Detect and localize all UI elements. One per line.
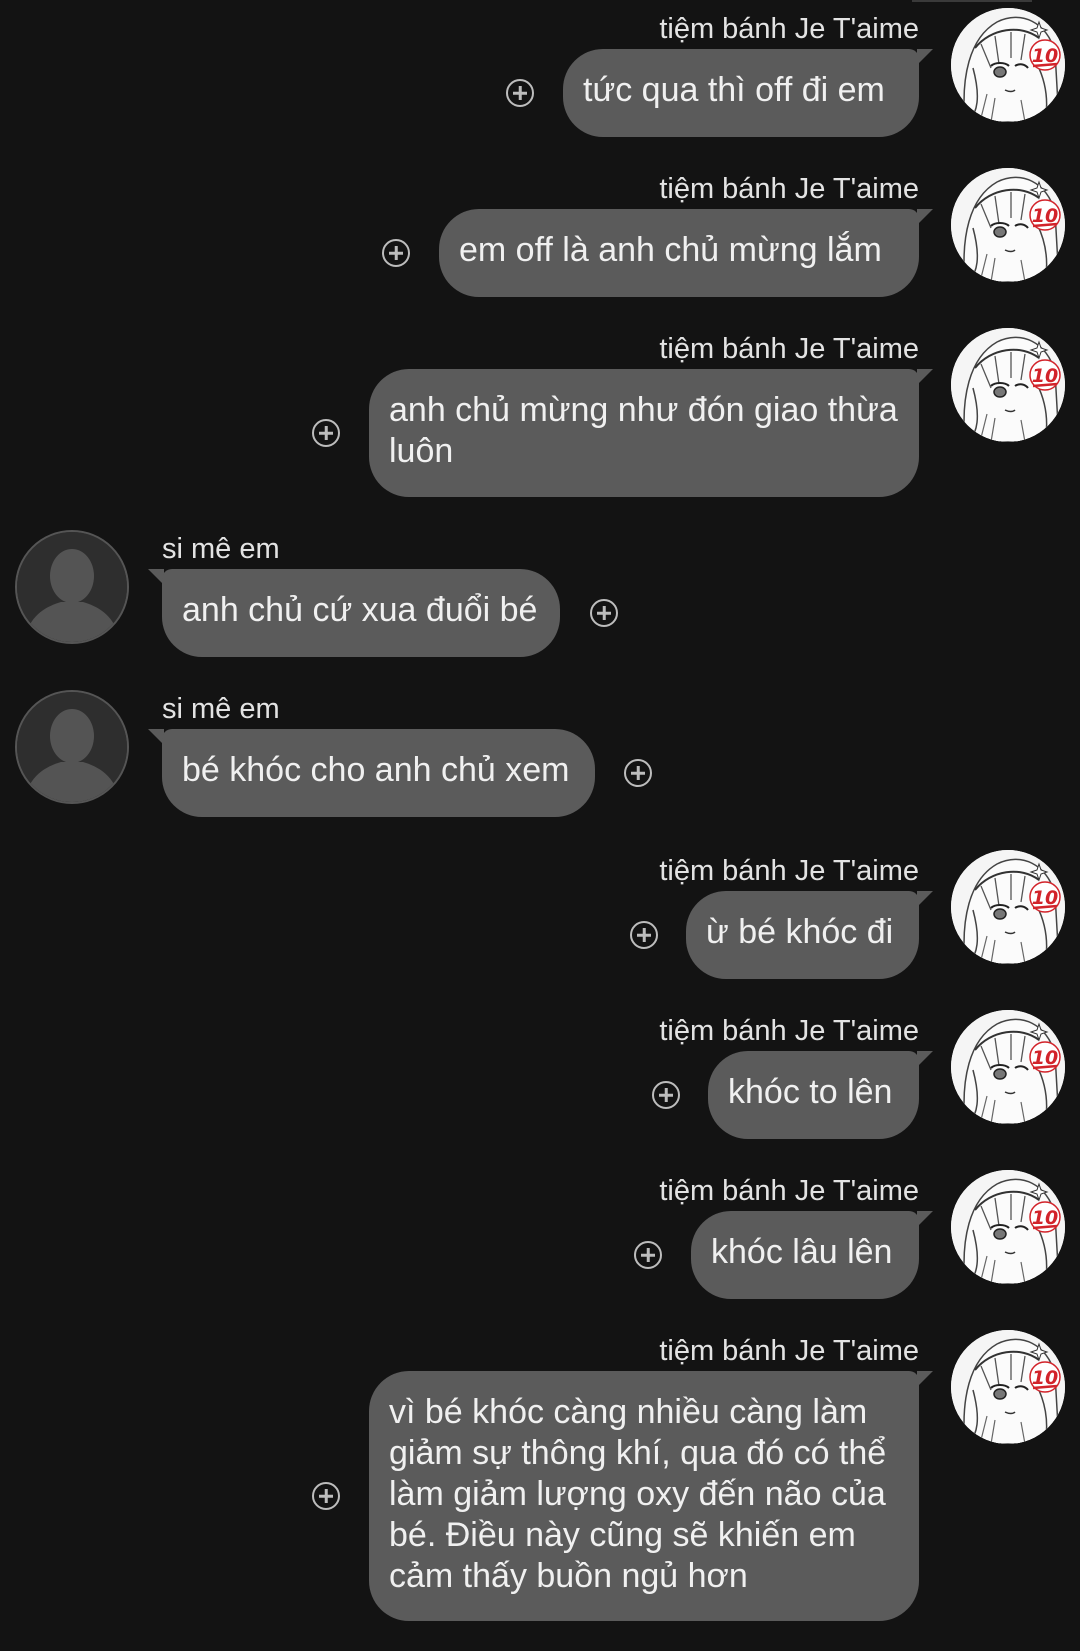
bubble-tail	[917, 209, 933, 225]
bubble-tail	[917, 1211, 933, 1227]
message-bubble[interactable]: vì bé khóc càng nhiều càng làm giảm sự t…	[369, 1371, 919, 1621]
bubble-tail	[917, 49, 933, 65]
add-reaction-icon[interactable]	[506, 79, 534, 107]
bubble-tail	[917, 891, 933, 907]
sender-name: tiệm bánh Je T'aime	[659, 1175, 919, 1207]
message-bubble[interactable]: anh chủ cứ xua đuổi bé	[162, 569, 560, 657]
add-reaction-icon[interactable]	[624, 759, 652, 787]
message-bubble[interactable]: khóc to lên	[708, 1051, 919, 1139]
sender-name: tiệm bánh Je T'aime	[659, 855, 919, 887]
bubble-tail	[917, 1051, 933, 1067]
add-reaction-icon[interactable]	[590, 599, 618, 627]
sender-avatar-anime-icon[interactable]: 10	[951, 1330, 1065, 1444]
message-bubble[interactable]: tức qua thì off đi em	[563, 49, 919, 137]
default-person-avatar-icon[interactable]	[15, 530, 129, 644]
sender-name: tiệm bánh Je T'aime	[659, 13, 919, 45]
message-row: tiệm bánh Je T'aime em off là anh chủ mừn…	[0, 160, 1080, 318]
bubble-tail	[917, 1371, 933, 1387]
sender-avatar-anime-icon[interactable]: 10	[951, 850, 1065, 964]
sender-avatar-anime-icon[interactable]: 10	[951, 1010, 1065, 1124]
sender-name: tiệm bánh Je T'aime	[659, 1015, 919, 1047]
default-person-avatar-icon[interactable]	[15, 690, 129, 804]
sender-name: tiệm bánh Je T'aime	[659, 333, 919, 365]
add-reaction-icon[interactable]	[312, 1482, 340, 1510]
message-row: tiệm bánh Je T'aime ừ bé khóc đi 10	[0, 842, 1080, 1000]
message-bubble[interactable]: anh chủ mừng như đón giao thừa luôn	[369, 369, 919, 497]
sender-avatar-anime-icon[interactable]: 10	[951, 8, 1065, 122]
sender-avatar-anime-icon[interactable]: 10	[951, 168, 1065, 282]
bubble-tail	[917, 369, 933, 385]
message-bubble[interactable]: em off là anh chủ mừng lắm	[439, 209, 919, 297]
message-bubble[interactable]: ừ bé khóc đi	[686, 891, 919, 979]
chat-message-list[interactable]: tiệm bánh Je T'aime tức qua thì off đi em…	[0, 0, 1080, 1651]
add-reaction-icon[interactable]	[652, 1081, 680, 1109]
add-reaction-icon[interactable]	[630, 921, 658, 949]
add-reaction-icon[interactable]	[312, 419, 340, 447]
message-row: tiệm bánh Je T'aime anh chủ mừng như đón …	[0, 320, 1080, 518]
add-reaction-icon[interactable]	[382, 239, 410, 267]
sender-name: tiệm bánh Je T'aime	[659, 1335, 919, 1367]
sender-avatar-anime-icon[interactable]: 10	[951, 1170, 1065, 1284]
message-row: tiệm bánh Je T'aime tức qua thì off đi em…	[0, 0, 1080, 158]
message-bubble[interactable]: bé khóc cho anh chủ xem	[162, 729, 595, 817]
message-row: tiệm bánh Je T'aime vì bé khóc càng nhiều…	[0, 1322, 1080, 1642]
message-bubble[interactable]: khóc lâu lên	[691, 1211, 919, 1299]
sender-avatar-anime-icon[interactable]: 10	[951, 328, 1065, 442]
add-reaction-icon[interactable]	[634, 1241, 662, 1269]
sender-name: si mê em	[162, 693, 280, 725]
sender-name: tiệm bánh Je T'aime	[659, 173, 919, 205]
message-row: si mê em anh chủ cứ xua đuổi bé	[0, 520, 1080, 678]
message-row: tiệm bánh Je T'aime khóc lâu lên 10	[0, 1162, 1080, 1320]
message-row: si mê em bé khóc cho anh chủ xem	[0, 680, 1080, 838]
message-row: tiệm bánh Je T'aime khóc to lên 10	[0, 1002, 1080, 1160]
sender-name: si mê em	[162, 533, 280, 565]
